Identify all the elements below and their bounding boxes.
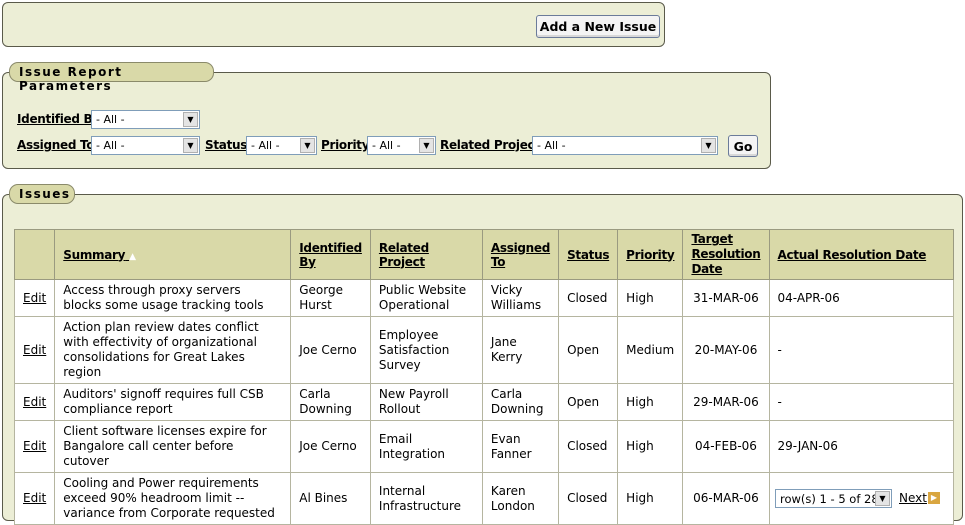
column-header-identified-by[interactable]: Identified By	[290, 229, 371, 280]
identified-by-cell: Carla Downing	[290, 383, 371, 421]
assigned-to-cell: Evan Fanner	[481, 420, 560, 473]
project-cell: Public Website Operational	[369, 279, 483, 317]
target-date-cell: 29-MAR-06	[682, 383, 770, 421]
go-button[interactable]: Go	[728, 135, 758, 157]
actual-date-cell: -	[768, 316, 954, 384]
issues-table: Summary ▲ Identified By Related Project …	[13, 229, 954, 525]
assigned-to-cell: Karen London	[481, 472, 560, 525]
chevron-down-icon: ▼	[183, 138, 198, 153]
summary-cell: Cooling and Power requirements exceed 90…	[54, 472, 292, 525]
target-date-cell: 20-MAY-06	[682, 316, 770, 384]
summary-cell: Auditors' signoff requires full CSB comp…	[54, 383, 292, 421]
status-cell: Closed	[558, 279, 619, 317]
column-header-target-resolution-date[interactable]: Target Resolution Date	[682, 229, 770, 280]
priority-cell: Medium	[617, 316, 684, 384]
related-project-value: - All -	[537, 139, 566, 152]
table-row: Edit Client software licenses expire for…	[13, 420, 954, 473]
priority-value: - All -	[372, 139, 401, 152]
status-cell: Open	[558, 316, 619, 384]
column-header-actual-resolution-date[interactable]: Actual Resolution Date	[768, 229, 954, 280]
identified-by-label: Identified By	[17, 112, 100, 126]
edit-link[interactable]: Edit	[13, 316, 56, 384]
chevron-down-icon: ▼	[183, 112, 198, 127]
edit-link[interactable]: Edit	[13, 472, 56, 525]
table-header-row: Summary ▲ Identified By Related Project …	[13, 229, 954, 280]
target-date-cell: 04-FEB-06	[682, 420, 770, 473]
summary-cell: Action plan review dates conflict with e…	[54, 316, 292, 384]
assigned-to-cell: Jane Kerry	[481, 316, 560, 384]
project-cell: Internal Infrastructure	[369, 472, 483, 525]
actual-date-cell: 04-APR-06	[768, 279, 954, 317]
project-cell: Email Integration	[369, 420, 483, 473]
table-row: Edit Action plan review dates conflict w…	[13, 316, 954, 384]
related-project-select[interactable]: - All - ▼	[532, 136, 718, 155]
assigned-to-cell: Vicky Williams	[481, 279, 560, 317]
edit-link[interactable]: Edit	[13, 383, 56, 421]
edit-link[interactable]: Edit	[13, 279, 56, 317]
assigned-to-label: Assigned To	[17, 138, 95, 152]
status-cell: Closed	[558, 472, 619, 525]
identified-by-value: - All -	[96, 113, 125, 126]
project-cell: Employee Satisfaction Survey	[369, 316, 483, 384]
column-header-edit	[13, 229, 56, 280]
identified-by-select[interactable]: - All - ▼	[91, 110, 200, 129]
summary-cell: Access through proxy servers blocks some…	[54, 279, 292, 317]
identified-by-cell: Joe Cerno	[290, 420, 371, 473]
actual-date-cell: 29-JAN-06	[768, 420, 954, 473]
target-date-cell: 31-MAR-06	[682, 279, 770, 317]
assigned-to-select[interactable]: - All - ▼	[91, 136, 200, 155]
identified-by-cell: Joe Cerno	[290, 316, 371, 384]
priority-label: Priority	[321, 138, 370, 152]
add-issue-button[interactable]: Add a New Issue	[536, 15, 660, 38]
pagination-range: row(s) 1 - 5 of 28	[780, 492, 879, 506]
summary-cell: Client software licenses expire for Bang…	[54, 420, 292, 473]
report-parameters-legend: Issue Report Parameters	[9, 62, 214, 93]
next-page-link[interactable]: Next	[899, 491, 927, 505]
column-header-summary[interactable]: Summary ▲	[54, 229, 292, 280]
table-row: Edit Auditors' signoff requires full CSB…	[13, 383, 954, 421]
related-project-label: Related Project	[440, 138, 540, 152]
chevron-down-icon: ▼	[419, 138, 434, 153]
target-date-cell: 06-MAR-06	[682, 472, 770, 525]
assigned-to-cell: Carla Downing	[481, 383, 560, 421]
priority-cell: High	[617, 279, 684, 317]
pagination-select[interactable]: row(s) 1 - 5 of 28 ▼	[775, 489, 892, 508]
edit-link[interactable]: Edit	[13, 420, 56, 473]
status-value: - All -	[251, 139, 280, 152]
next-arrow-icon[interactable]: ▶	[928, 492, 940, 504]
status-cell: Closed	[558, 420, 619, 473]
actual-date-cell: -	[768, 383, 954, 421]
top-panel: Add a New Issue	[2, 2, 665, 47]
column-header-related-project[interactable]: Related Project	[369, 229, 483, 280]
identified-by-cell: George Hurst	[290, 279, 371, 317]
column-header-status[interactable]: Status	[558, 229, 619, 280]
chevron-down-icon: ▼	[875, 491, 890, 506]
priority-cell: High	[617, 420, 684, 473]
priority-cell: High	[617, 383, 684, 421]
project-cell: New Payroll Rollout	[369, 383, 483, 421]
sort-ascending-icon: ▲	[129, 251, 136, 262]
status-select[interactable]: - All - ▼	[246, 136, 317, 155]
table-row: Edit Access through proxy servers blocks…	[13, 279, 954, 317]
column-header-priority[interactable]: Priority	[617, 229, 684, 280]
priority-select[interactable]: - All - ▼	[367, 136, 436, 155]
priority-cell: High	[617, 472, 684, 525]
assigned-to-value: - All -	[96, 139, 125, 152]
status-label: Status	[205, 138, 248, 152]
chevron-down-icon: ▼	[300, 138, 315, 153]
column-header-assigned-to[interactable]: Assigned To	[481, 229, 560, 280]
identified-by-cell: Al Bines	[290, 472, 371, 525]
issues-legend: Issues	[9, 184, 75, 204]
chevron-down-icon: ▼	[701, 138, 716, 153]
status-cell: Open	[558, 383, 619, 421]
